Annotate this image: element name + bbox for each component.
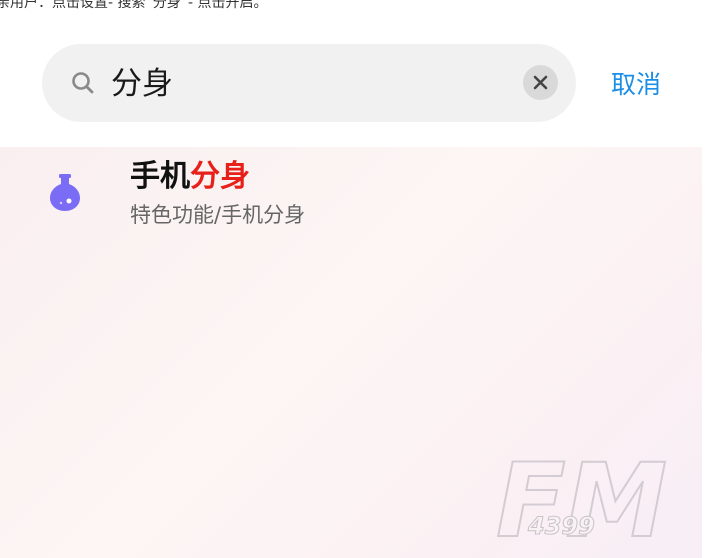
result-title-prefix: 手机 — [130, 159, 190, 194]
result-path: 特色功能/手机分身 — [130, 203, 306, 227]
close-icon — [533, 75, 548, 90]
result-title: 手机分身 — [130, 157, 250, 197]
search-input[interactable]: 分身 — [111, 62, 173, 106]
clear-search-button[interactable] — [523, 65, 558, 100]
cancel-button[interactable]: 取消 — [611, 66, 661, 104]
flask-icon — [50, 174, 80, 211]
search-icon — [72, 72, 94, 94]
search-result-item[interactable]: 手机分身 特色功能/手机分身 — [0, 147, 702, 247]
watermark-sub-text: 4399 — [527, 512, 595, 540]
result-title-highlight: 分身 — [190, 159, 250, 194]
page-caption: 亲用户：点击设置- 搜索“分身”- 点击开启。 — [0, 0, 268, 11]
watermark-logo: FM 4399 — [495, 448, 668, 544]
